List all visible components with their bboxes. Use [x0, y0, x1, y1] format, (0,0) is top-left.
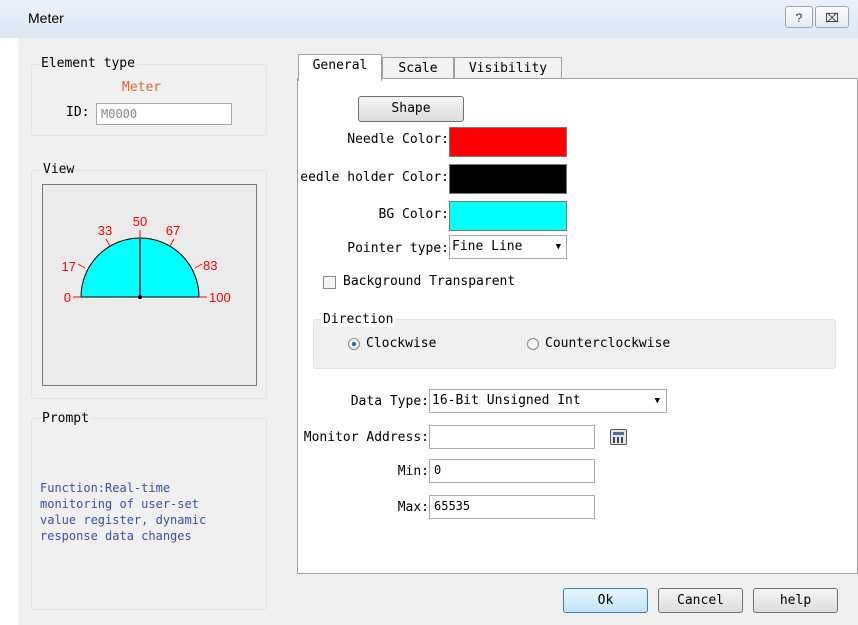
- min-field[interactable]: 0: [429, 459, 595, 483]
- data-type-label: Data Type:: [350, 394, 429, 409]
- id-field[interactable]: M0000: [96, 103, 232, 125]
- view-legend: View: [41, 162, 77, 177]
- needle-color-swatch[interactable]: [449, 127, 567, 157]
- close-icon: ⌧: [825, 11, 839, 25]
- bg-transparent-checkbox[interactable]: [323, 276, 336, 289]
- prompt-line-4: response data changes: [40, 529, 192, 543]
- bg-transparent-label: Background Transparent: [343, 274, 516, 289]
- scale-label-33: 33: [98, 223, 112, 238]
- monitor-address-field[interactable]: [429, 425, 595, 449]
- help-title-button[interactable]: ?: [785, 6, 813, 28]
- bg-color-swatch[interactable]: [449, 201, 567, 231]
- help-button[interactable]: help: [753, 588, 838, 613]
- window-title: Meter: [28, 10, 64, 26]
- clockwise-radio[interactable]: [348, 338, 360, 350]
- min-label: Min:: [397, 464, 429, 479]
- close-button[interactable]: ⌧: [815, 6, 849, 28]
- meter-preview-svg: 0 17 33 50 67 83 100: [62, 214, 231, 305]
- dropdown-arrow-icon: ▼: [555, 242, 561, 252]
- calculator-icon[interactable]: [610, 429, 627, 445]
- calculator-keys: [613, 437, 624, 443]
- max-field[interactable]: 65535: [429, 495, 595, 519]
- needle-holder-color-label-text: eedle holder Color:: [300, 170, 449, 185]
- prompt-legend: Prompt: [40, 411, 91, 426]
- data-type-value: 16-Bit Unsigned Int: [432, 393, 581, 408]
- needle-holder-color-swatch[interactable]: [449, 164, 567, 194]
- clockwise-label: Clockwise: [366, 336, 437, 351]
- dropdown-arrow-icon: ▼: [654, 396, 660, 406]
- pointer-type-label: Pointer type:: [347, 241, 449, 256]
- scale-label-0: 0: [64, 290, 71, 305]
- calculator-display: [613, 432, 624, 435]
- element-type-value: Meter: [122, 80, 162, 95]
- scale-label-67: 67: [166, 223, 180, 238]
- scale-label-100: 100: [209, 290, 231, 305]
- prompt-line-3: value register, dynamic: [40, 513, 207, 527]
- bg-color-label: BG Color:: [378, 207, 449, 222]
- element-type-legend: Element type: [39, 56, 137, 71]
- counterclockwise-radio[interactable]: [527, 338, 539, 350]
- counterclockwise-label: Counterclockwise: [545, 336, 671, 351]
- meter-preview: 0 17 33 50 67 83 100: [42, 184, 257, 386]
- id-label: ID:: [66, 105, 90, 120]
- monitor-address-label: Monitor Address:: [303, 430, 429, 445]
- pointer-type-select[interactable]: Fine Line ▼: [449, 235, 567, 259]
- max-label: Max:: [397, 500, 429, 515]
- cancel-button[interactable]: Cancel: [658, 588, 743, 613]
- title-bar: [0, 0, 858, 38]
- needle-holder-color-label: eedle holder Color:: [298, 170, 449, 185]
- scale-label-17: 17: [62, 259, 76, 274]
- pointer-type-value: Fine Line: [452, 239, 523, 254]
- scale-label-83: 83: [203, 258, 217, 273]
- scale-label-50: 50: [133, 214, 147, 229]
- meter-needle-holder: [138, 295, 142, 299]
- needle-color-label: Needle Color:: [347, 132, 449, 147]
- prompt-line-1: Function:Real-time: [40, 481, 171, 495]
- prompt-text: Function:Real-time monitoring of user-se…: [40, 480, 206, 544]
- element-type-group: [31, 64, 267, 136]
- prompt-line-2: monitoring of user-set: [40, 497, 199, 511]
- tab-general[interactable]: General: [298, 54, 382, 81]
- data-type-select[interactable]: 16-Bit Unsigned Int ▼: [429, 389, 667, 413]
- direction-legend: Direction: [321, 312, 396, 327]
- shape-button[interactable]: Shape: [358, 96, 464, 122]
- ok-button[interactable]: Ok: [563, 588, 648, 613]
